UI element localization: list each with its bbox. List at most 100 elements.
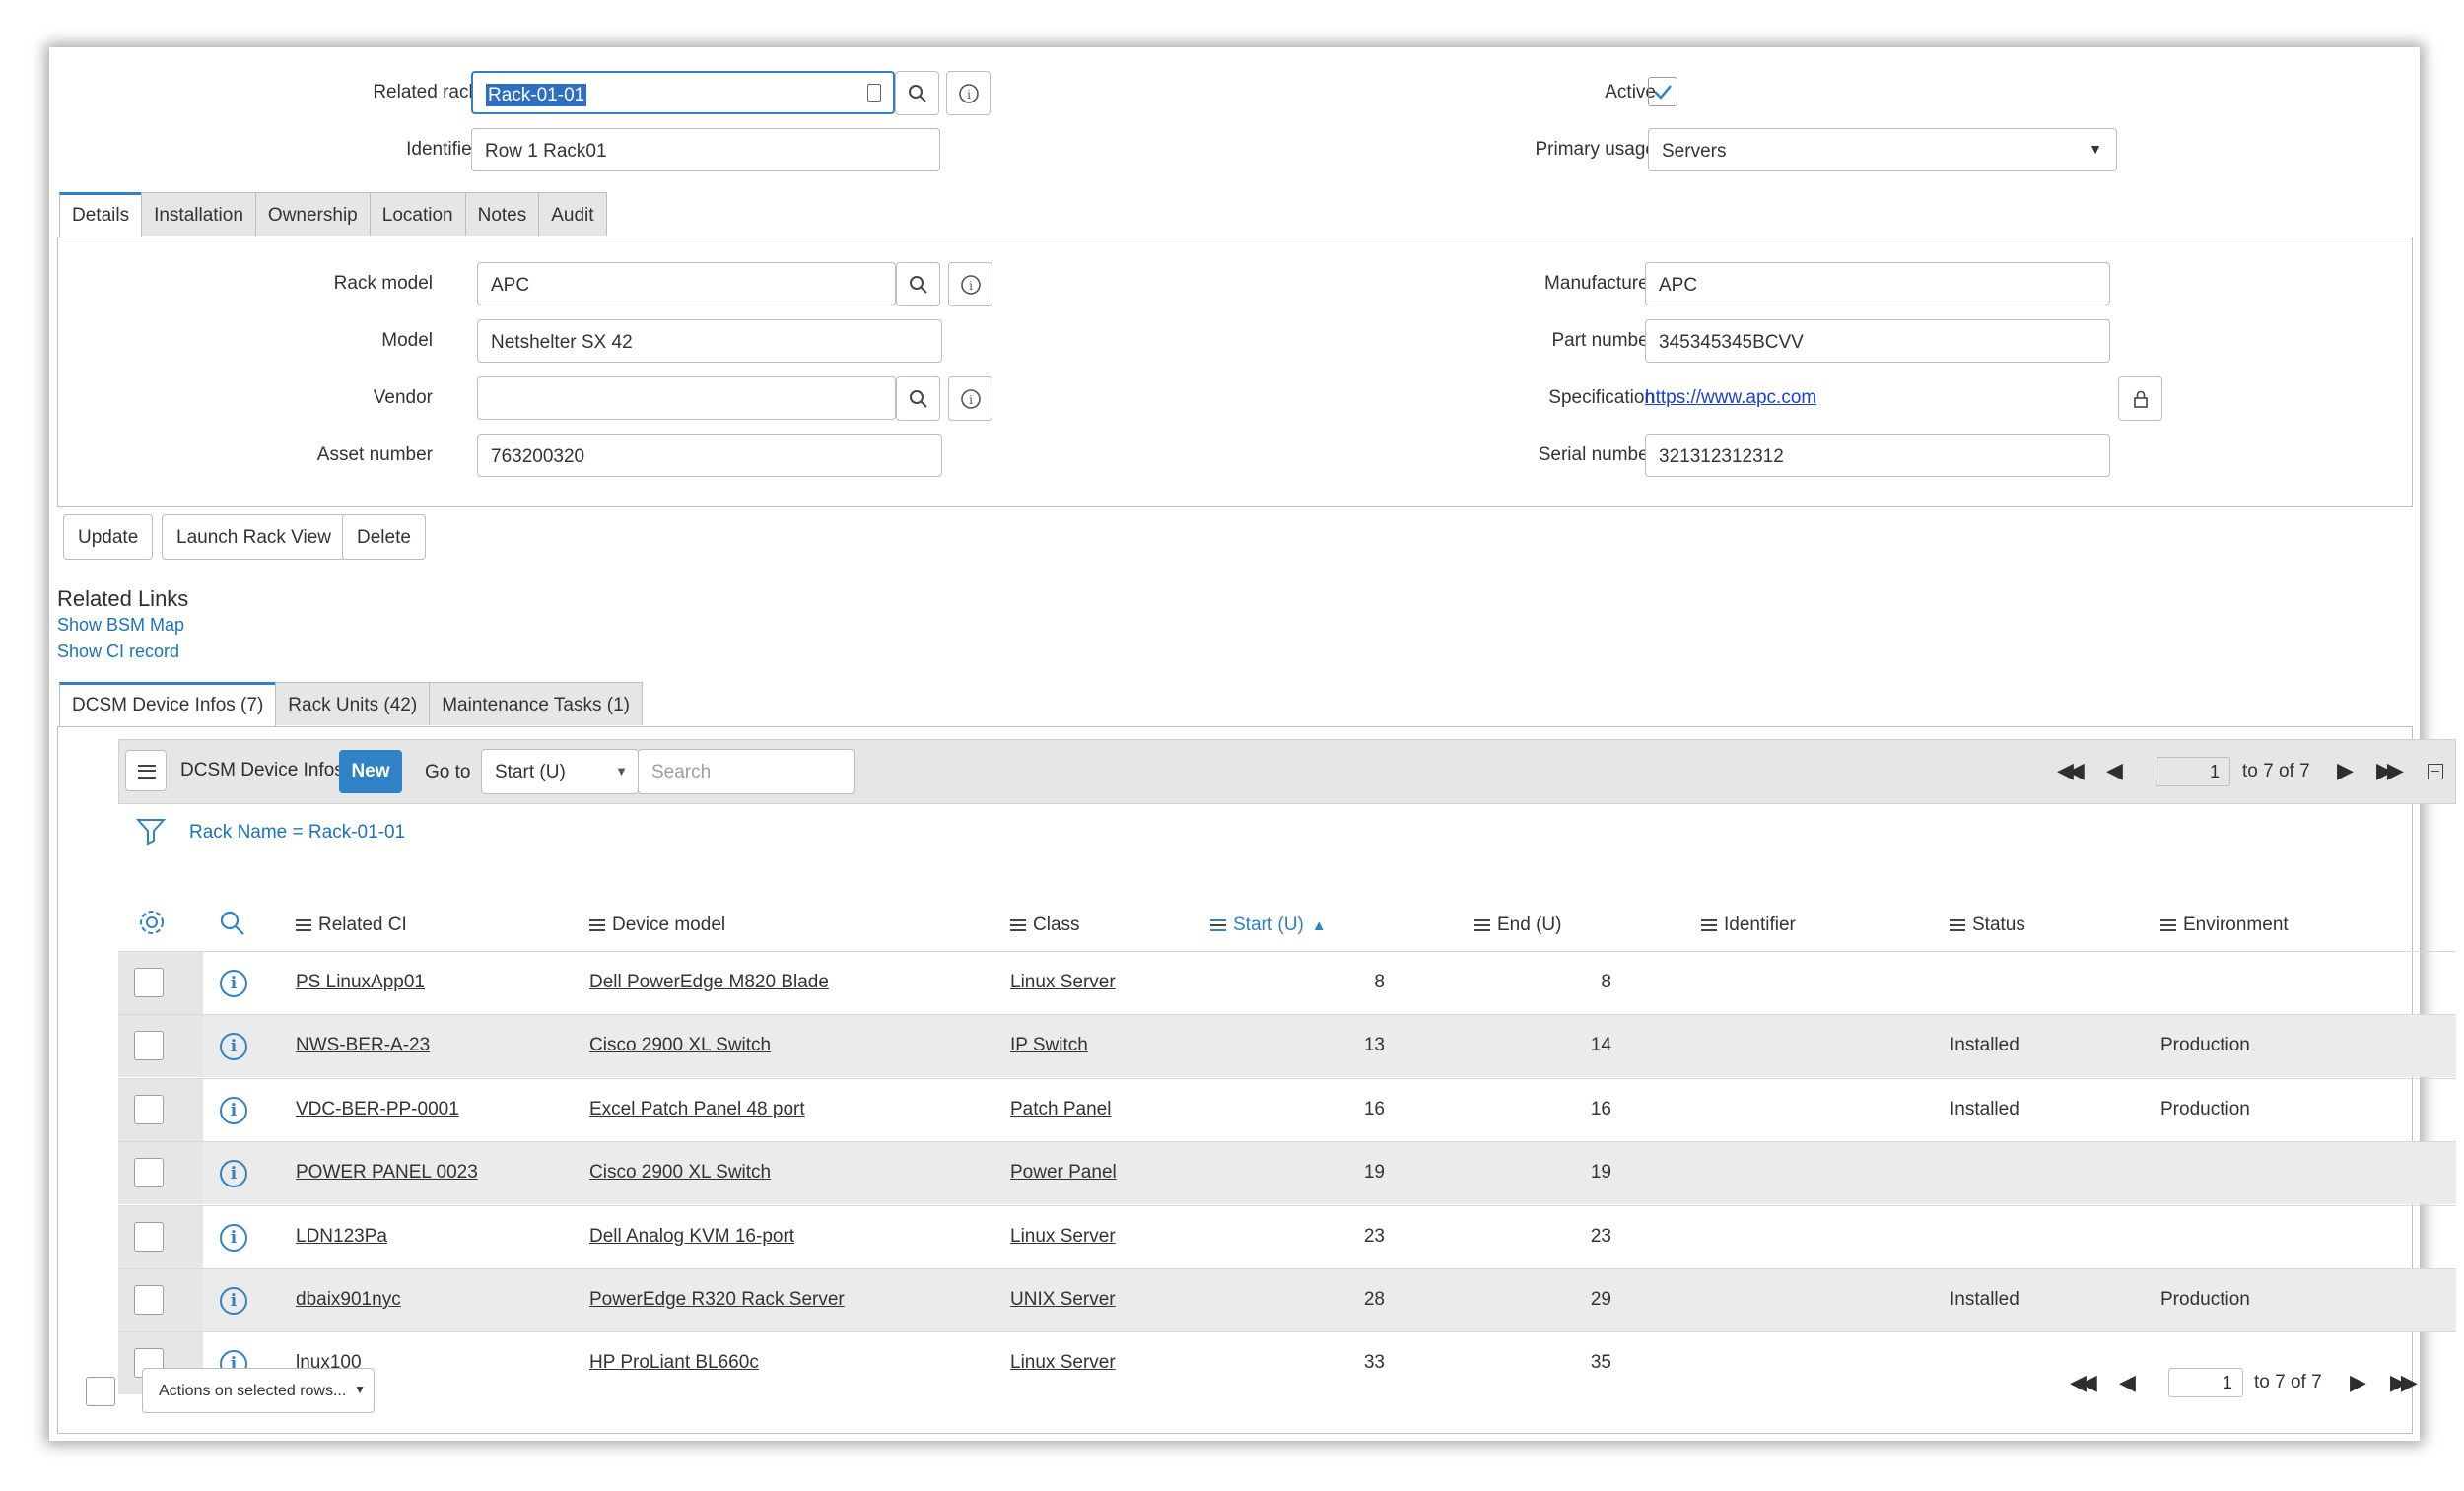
goto-field-select[interactable]: Start (U) ▼	[481, 749, 639, 794]
device-model-link[interactable]: Cisco 2900 XL Switch	[589, 1035, 771, 1056]
row-info-icon[interactable]: i	[220, 970, 247, 997]
row-checkbox[interactable]	[134, 1031, 164, 1061]
row-info-icon[interactable]: i	[220, 1223, 247, 1252]
delete-button[interactable]: Delete	[342, 514, 426, 560]
class-link[interactable]: Patch Panel	[1010, 1099, 1111, 1120]
tab-installation[interactable]: Installation	[141, 192, 256, 236]
start-u-value: 23	[1363, 1225, 1385, 1247]
next-page-icon[interactable]: ▶	[2337, 758, 2354, 783]
table-row[interactable]: i PS LinuxApp01 Dell PowerEdge M820 Blade L…	[118, 951, 2456, 1014]
class-link[interactable]: Power Panel	[1010, 1162, 1117, 1184]
collapse-icon[interactable]	[2428, 764, 2443, 779]
next-page-icon[interactable]: ▶	[2350, 1370, 2366, 1395]
tab-rack-units[interactable]: Rack Units (42)	[275, 682, 431, 725]
list-menu-button[interactable]	[125, 750, 167, 791]
table-row[interactable]: i dbaix901nyc PowerEdge R320 Rack Server UN…	[118, 1268, 2456, 1331]
row-info-icon[interactable]: i	[220, 1033, 247, 1061]
details-panel: Rack model APC i Model Netshelter SX 42 …	[57, 237, 2413, 507]
first-page-icon[interactable]: ◀◀	[2057, 758, 2085, 783]
related-ci-link[interactable]: POWER PANEL 0023	[296, 1162, 478, 1184]
last-page-icon[interactable]: ▶▶	[2390, 1370, 2418, 1395]
last-page-icon[interactable]: ▶▶	[2376, 758, 2404, 783]
model-input[interactable]: Netshelter SX 42	[477, 319, 942, 363]
class-link[interactable]: IP Switch	[1010, 1035, 1088, 1056]
vendor-label: Vendor	[373, 387, 433, 408]
class-link[interactable]: Linux Server	[1010, 972, 1116, 993]
device-model-link[interactable]: HP ProLiant BL660c	[589, 1352, 759, 1374]
vendor-input[interactable]	[477, 376, 896, 420]
previous-page-icon[interactable]: ◀	[2119, 1370, 2136, 1395]
table-row[interactable]: i POWER PANEL 0023 Cisco 2900 XL Switch Pow…	[118, 1141, 2456, 1205]
device-model-link[interactable]: Excel Patch Panel 48 port	[589, 1099, 805, 1120]
launch-rack-view-button[interactable]: Launch Rack View	[162, 514, 347, 560]
related-rack-lookup-button[interactable]	[895, 71, 939, 115]
tab-maintenance-tasks[interactable]: Maintenance Tasks (1)	[429, 682, 644, 725]
tab-dcsm-device-infos[interactable]: DCSM Device Infos (7)	[59, 682, 277, 727]
tab-ownership[interactable]: Ownership	[254, 192, 371, 236]
page-number-input[interactable]: 1	[2168, 1368, 2243, 1397]
rack-model-info-button[interactable]: i	[948, 262, 992, 306]
specification-lock-button[interactable]	[2118, 376, 2162, 421]
table-row[interactable]: i VDC-BER-PP-0001 Excel Patch Panel 48 por…	[118, 1077, 2456, 1141]
related-ci-link[interactable]: VDC-BER-PP-0001	[296, 1099, 459, 1120]
end-u-value: 35	[1590, 1352, 1611, 1374]
tab-audit[interactable]: Audit	[538, 192, 607, 236]
table-row[interactable]: i LDN123Pa Dell Analog KVM 16-port Linux Se…	[118, 1204, 2456, 1268]
primary-usage-select[interactable]: Servers ▼	[1648, 128, 2117, 171]
table-row[interactable]: i NWS-BER-A-23 Cisco 2900 XL Switch IP Swit…	[118, 1014, 2456, 1078]
class-link[interactable]: Linux Server	[1010, 1226, 1116, 1248]
serial-number-input[interactable]: 321312312312	[1645, 434, 2110, 477]
row-checkbox[interactable]	[134, 1158, 164, 1188]
class-link[interactable]: Linux Server	[1010, 1352, 1116, 1374]
device-model-link[interactable]: Cisco 2900 XL Switch	[589, 1162, 771, 1184]
manufacturer-input[interactable]: APC	[1645, 262, 2110, 305]
actions-on-selected-select[interactable]: Actions on selected rows... ▼	[142, 1368, 375, 1413]
related-ci-link[interactable]: PS LinuxApp01	[296, 972, 425, 993]
rack-model-input[interactable]: APC	[477, 262, 896, 305]
identifier-input[interactable]: Row 1 Rack01	[471, 128, 940, 171]
vendor-lookup-button[interactable]	[896, 376, 940, 421]
reference-doc-icon[interactable]	[867, 84, 881, 102]
related-rack-input[interactable]: Rack-01-01	[471, 71, 895, 114]
part-number-input[interactable]: 345345345BCVV	[1645, 319, 2110, 363]
row-checkbox[interactable]	[134, 1285, 164, 1315]
table-row[interactable]: i lnux100 HP ProLiant BL660c Linux Server 33…	[118, 1331, 2456, 1395]
specification-link[interactable]: https://www.apc.com	[1645, 387, 1816, 409]
asset-number-value: 763200320	[491, 446, 585, 467]
related-rack-info-button[interactable]: i	[946, 71, 991, 115]
related-ci-link[interactable]: LDN123Pa	[296, 1226, 387, 1248]
row-checkbox[interactable]	[134, 1221, 164, 1252]
row-checkbox[interactable]	[134, 968, 164, 997]
related-ci-link[interactable]: dbaix901nyc	[296, 1289, 401, 1311]
list-search-input[interactable]: Search	[638, 749, 855, 794]
tab-location[interactable]: Location	[369, 192, 466, 236]
filter-breadcrumb[interactable]: Rack Name = Rack-01-01	[189, 822, 405, 844]
filter-icon[interactable]	[136, 816, 166, 846]
new-button[interactable]: New	[339, 750, 402, 793]
first-page-icon[interactable]: ◀◀	[2070, 1370, 2097, 1395]
page-number-input[interactable]: 1	[2156, 757, 2230, 786]
update-button[interactable]: Update	[63, 514, 154, 560]
active-checkbox[interactable]	[1648, 77, 1677, 106]
vendor-info-button[interactable]: i	[948, 376, 992, 421]
row-info-icon[interactable]: i	[220, 1160, 247, 1188]
class-link[interactable]: UNIX Server	[1010, 1289, 1116, 1311]
tab-details[interactable]: Details	[59, 192, 143, 237]
start-u-value: 19	[1363, 1162, 1385, 1184]
row-info-icon[interactable]: i	[220, 1287, 247, 1315]
row-checkbox[interactable]	[134, 1094, 164, 1124]
related-ci-link[interactable]: NWS-BER-A-23	[296, 1035, 430, 1056]
row-info-icon[interactable]: i	[220, 1096, 247, 1124]
rack-model-lookup-button[interactable]	[896, 262, 940, 306]
device-model-link[interactable]: Dell Analog KVM 16-port	[589, 1226, 794, 1248]
device-model-link[interactable]: PowerEdge R320 Rack Server	[589, 1289, 845, 1311]
asset-number-label: Asset number	[316, 444, 433, 465]
previous-page-icon[interactable]: ◀	[2106, 758, 2123, 783]
device-model-link[interactable]: Dell PowerEdge M820 Blade	[589, 972, 829, 993]
info-icon: i	[958, 83, 979, 103]
asset-number-input[interactable]: 763200320	[477, 434, 942, 477]
select-all-checkbox[interactable]	[86, 1377, 115, 1406]
show-bsm-map-link[interactable]: Show BSM Map	[57, 615, 184, 636]
show-ci-record-link[interactable]: Show CI record	[57, 642, 179, 662]
tab-notes[interactable]: Notes	[464, 192, 540, 236]
